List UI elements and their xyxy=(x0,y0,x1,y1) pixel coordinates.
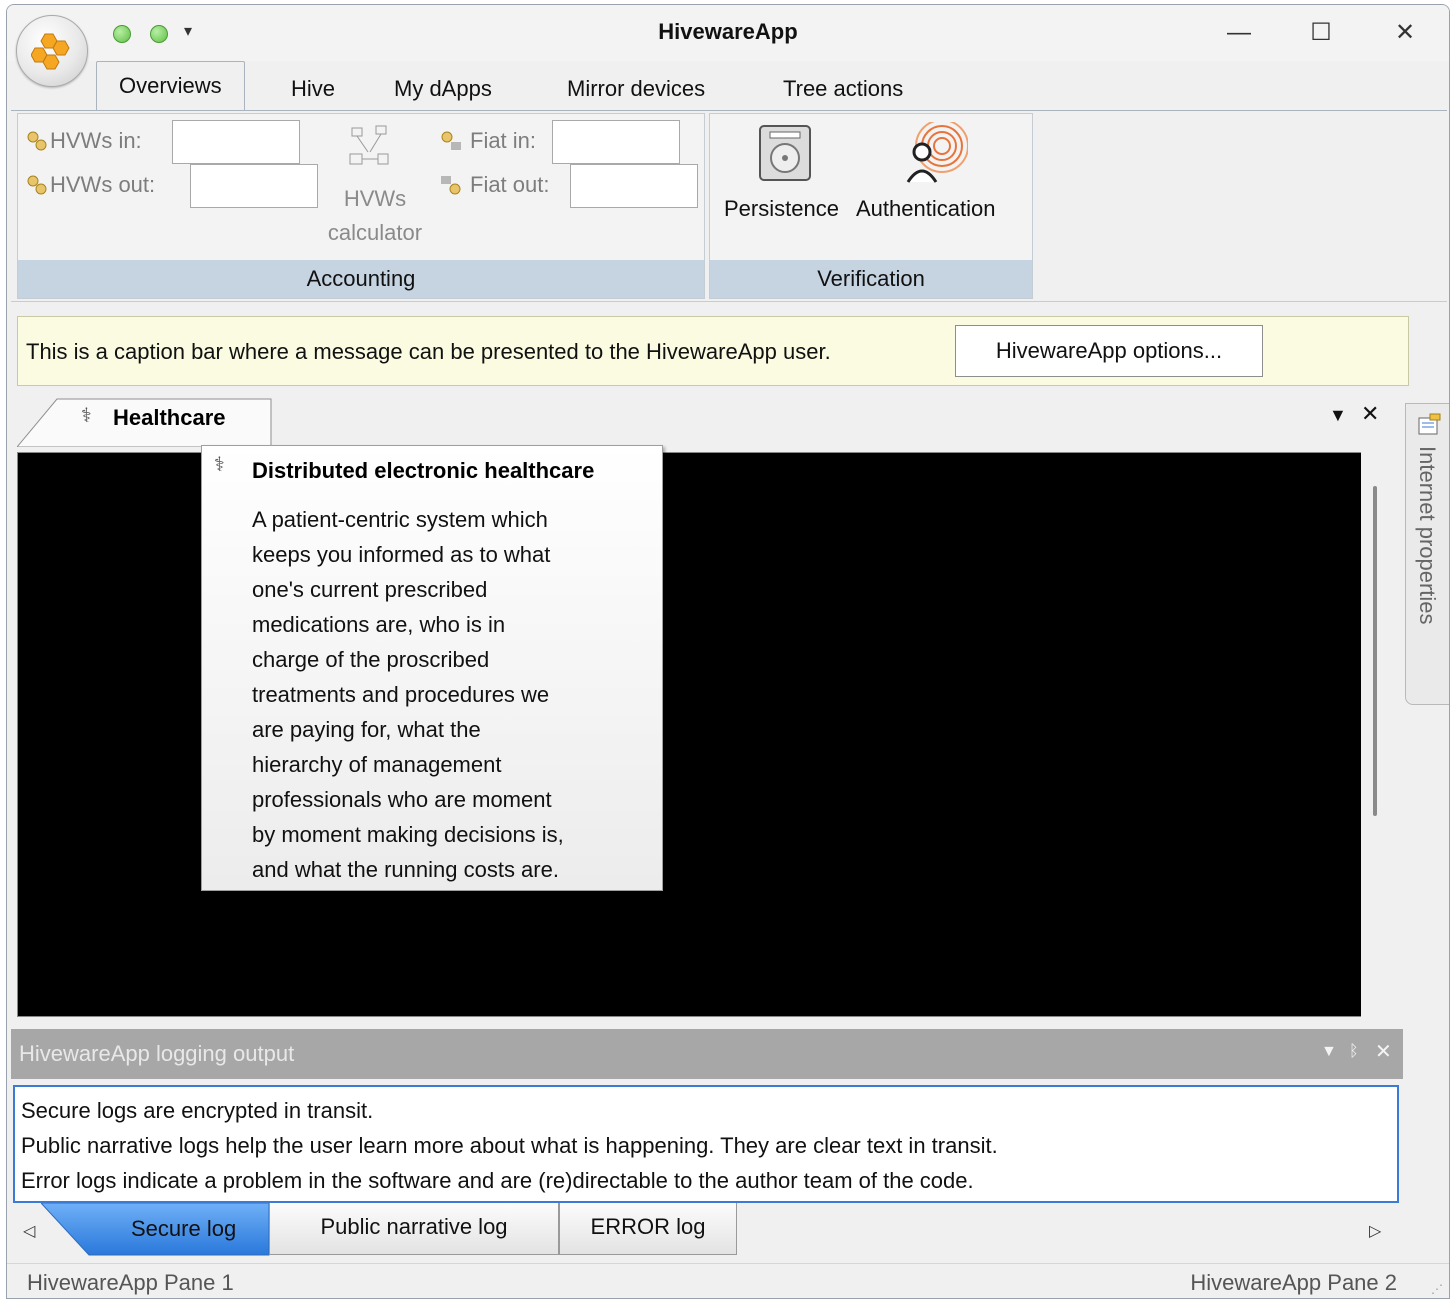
tab-mirror-devices[interactable]: Mirror devices xyxy=(545,67,727,111)
hvws-out-input[interactable] xyxy=(190,164,318,208)
caduceus-icon: ⚕ xyxy=(214,454,225,476)
scrollbar-thumb[interactable] xyxy=(1373,486,1377,816)
authentication-label: Authentication xyxy=(856,196,996,221)
log-line: Error logs indicate a problem in the sof… xyxy=(21,1168,974,1193)
healthcare-tooltip: ⚕ Distributed electronic healthcare A pa… xyxy=(201,445,663,891)
logging-pin-icon[interactable]: ᛒ xyxy=(1349,1043,1359,1061)
tab-my-dapps[interactable]: My dApps xyxy=(372,67,514,111)
calculator-label-line2: calculator xyxy=(327,220,423,244)
tooltip-line: hierarchy of management xyxy=(252,752,502,777)
fiat-in-input[interactable] xyxy=(552,120,680,164)
fiat-out-label: Fiat out: xyxy=(470,172,550,197)
hard-disk-icon xyxy=(759,125,811,181)
tabs-scroll-left-icon[interactable]: ◁ xyxy=(23,1221,35,1241)
logging-output-text[interactable]: Secure logs are encrypted in transit. Pu… xyxy=(13,1085,1399,1203)
hvws-in-icon xyxy=(27,131,47,151)
ribbon-tab-strip: Overviews Hive My dApps Mirror devices T… xyxy=(7,61,1449,111)
tooltip-line: one's current prescribed xyxy=(252,577,488,602)
tooltip-title: Distributed electronic healthcare xyxy=(252,458,595,483)
logging-close-icon[interactable]: ✕ xyxy=(1375,1039,1392,1064)
document-close-icon[interactable]: ✕ xyxy=(1361,401,1379,427)
accounting-group-caption: Accounting xyxy=(18,260,704,298)
caption-bar: This is a caption bar where a message ca… xyxy=(17,316,1409,386)
log-line: Public narrative logs help the user lear… xyxy=(21,1133,998,1158)
resize-grip-icon[interactable]: ⋰ xyxy=(1431,1282,1443,1296)
caption-bar-message: This is a caption bar where a message ca… xyxy=(26,339,831,364)
hvws-calculator-button[interactable]: HVWs calculator xyxy=(320,118,430,252)
logging-tab-strip: ◁ Secure log Public narrative log ERROR … xyxy=(11,1203,1403,1259)
status-pane-1: HivewareApp Pane 1 xyxy=(27,1270,234,1295)
tooltip-line: are paying for, what the xyxy=(252,717,481,742)
tooltip-line: medications are, who is in xyxy=(252,612,506,637)
main-window: ▾ HivewareApp — ☐ ✕ Overviews Hive My dA… xyxy=(6,4,1450,1299)
fiat-in-label: Fiat in: xyxy=(470,128,537,153)
tab-error-log[interactable]: ERROR log xyxy=(559,1203,737,1255)
maximize-button[interactable]: ☐ xyxy=(1301,15,1341,51)
title-bar[interactable]: ▾ HivewareApp — ☐ ✕ xyxy=(7,5,1449,87)
minimize-button[interactable]: — xyxy=(1219,15,1259,51)
status-pane-2: HivewareApp Pane 2 xyxy=(1190,1270,1397,1295)
calculator-icon xyxy=(349,125,389,165)
tooltip-line: charge of the proscribed xyxy=(252,647,490,672)
tooltip-line: professionals who are moment xyxy=(252,787,552,812)
logging-dropdown-icon[interactable]: ▼ xyxy=(1321,1043,1337,1061)
properties-icon xyxy=(1418,413,1441,435)
persistence-button[interactable]: Persistence xyxy=(716,118,850,258)
calculator-label-line1: HVWs xyxy=(343,186,407,211)
honeycomb-icon xyxy=(31,33,70,70)
document-tab-strip: ⚕ Healthcare ▼ ✕ xyxy=(11,393,1401,447)
internet-properties-label: Internet properties xyxy=(1415,446,1440,625)
hvws-in-input[interactable] xyxy=(172,120,300,164)
tooltip-description: A patient-centric system which keeps you… xyxy=(252,502,642,887)
status-bar: HivewareApp Pane 1 HivewareApp Pane 2 ⋰ xyxy=(7,1263,1449,1298)
healthcare-tab-label: Healthcare xyxy=(113,405,226,430)
tooltip-line: treatments and procedures we xyxy=(252,682,550,707)
persistence-label: Persistence xyxy=(724,196,839,221)
logging-pane-title: HivewareApp logging output xyxy=(19,1041,295,1066)
tab-hive[interactable]: Hive xyxy=(269,67,357,111)
hvws-out-label: HVWs out: xyxy=(50,172,156,197)
application-menu-button[interactable] xyxy=(16,15,88,87)
document-list-dropdown-icon[interactable]: ▼ xyxy=(1329,405,1347,426)
secure-log-label: Secure log xyxy=(131,1216,237,1241)
logging-pane-header[interactable]: HivewareApp logging output ▼ ᛒ ✕ xyxy=(11,1029,1403,1079)
hivewareapp-options-button[interactable]: HivewareApp options... xyxy=(955,325,1263,377)
caduceus-icon: ⚕ xyxy=(81,405,92,427)
tabs-scroll-right-icon[interactable]: ▷ xyxy=(1369,1221,1381,1241)
tab-public-narrative-log[interactable]: Public narrative log xyxy=(269,1203,559,1255)
hvws-out-icon xyxy=(27,175,47,195)
verification-group-caption: Verification xyxy=(710,260,1032,298)
fiat-in-icon xyxy=(441,131,461,150)
verification-group: Persistence Authentication Verification xyxy=(709,113,1033,299)
fingerprint-icon xyxy=(906,122,968,183)
internet-properties-side-tab[interactable]: Internet properties xyxy=(1405,403,1449,705)
fiat-out-icon xyxy=(441,176,461,195)
authentication-button[interactable]: Authentication xyxy=(852,118,1028,258)
close-button[interactable]: ✕ xyxy=(1385,15,1425,51)
accounting-group: HVWs in: HVWs out: HVWs calculator Fiat … xyxy=(17,113,705,299)
tooltip-line: keeps you informed as to what xyxy=(252,542,551,567)
tab-tree-actions[interactable]: Tree actions xyxy=(761,67,925,111)
log-line: Secure logs are encrypted in transit. xyxy=(21,1098,374,1123)
tab-overviews[interactable]: Overviews xyxy=(96,61,245,111)
tooltip-line: and what the running costs are. xyxy=(252,857,559,882)
fiat-out-input[interactable] xyxy=(570,164,698,208)
hvws-in-label: HVWs in: xyxy=(50,128,142,153)
document-vertical-scrollbar[interactable] xyxy=(1361,452,1391,1017)
tooltip-line: by moment making decisions is, xyxy=(252,822,564,847)
tooltip-line: A patient-centric system which xyxy=(252,507,548,532)
ribbon-panel: HVWs in: HVWs out: HVWs calculator Fiat … xyxy=(11,110,1447,302)
